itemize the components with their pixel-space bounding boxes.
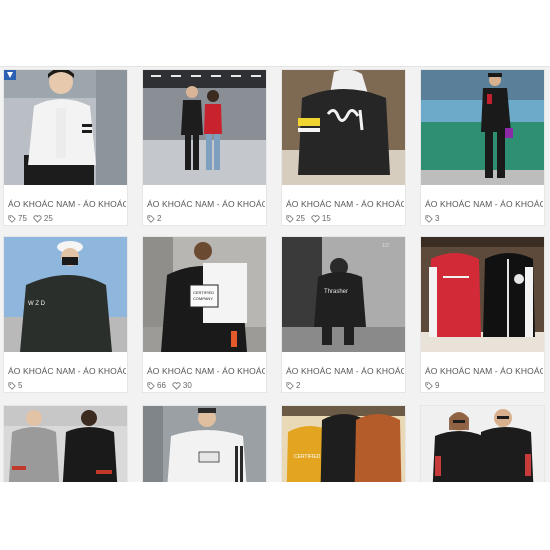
product-image[interactable] (421, 406, 544, 482)
product-stats: 2 (286, 381, 303, 390)
tag-count: 2 (157, 214, 162, 223)
svg-text:Thrasher: Thrasher (324, 289, 348, 295)
product-card[interactable] (3, 405, 128, 482)
tag-icon (147, 214, 155, 223)
product-stats: 75 25 (8, 214, 56, 223)
svg-text:W Z D: W Z D (28, 301, 46, 307)
tag-count: 3 (435, 214, 440, 223)
product-card[interactable]: Thrasher 1/2 ÁO KHOÁC NAM - ÁO KHOÁC NAM… (281, 236, 406, 393)
tag-icon (425, 214, 433, 223)
product-stats: 2 (147, 214, 164, 223)
tag-count: 75 (18, 214, 27, 223)
tag-icon (8, 214, 16, 223)
product-image[interactable]: CERTIFIED (282, 406, 405, 482)
product-image[interactable] (4, 406, 127, 482)
product-card[interactable]: W Z D ÁO KHOÁC NAM - ÁO KHOÁC NAM 5 (3, 236, 128, 393)
product-image[interactable] (143, 406, 266, 482)
product-image[interactable]: W Z D (4, 237, 127, 352)
product-image[interactable] (421, 237, 544, 352)
product-card[interactable]: ÁO KHOÁC NAM - ÁO KHOÁC NAM 25 15 (281, 69, 406, 226)
product-card[interactable]: ÁO KHOÁC NAM - ÁO KHOÁC NAM 9 (420, 236, 545, 393)
product-card[interactable]: ÁO KHOÁC NAM - ÁO KHOÁC NAM 2 (142, 69, 267, 226)
product-title[interactable]: ÁO KHOÁC NAM - ÁO KHOÁC NAM (8, 366, 126, 376)
product-card[interactable]: ÁO KHOÁC NAM - ÁO KHOÁC NAM 3 (420, 69, 545, 226)
tag-count: 5 (18, 381, 23, 390)
tag-icon (286, 381, 294, 390)
product-stats: 66 30 (147, 381, 195, 390)
product-image[interactable] (421, 70, 544, 185)
product-stats: 9 (425, 381, 442, 390)
heart-icon[interactable] (172, 381, 181, 390)
svg-text:COMPANY: COMPANY (193, 296, 213, 301)
tag-count: 2 (296, 381, 301, 390)
product-card[interactable]: ÁO KHOÁC NAM - ÁO KHOÁC NAM 75 25 (3, 69, 128, 226)
product-title[interactable]: ÁO KHOÁC NAM - ÁO KHOÁC NAM (8, 199, 126, 209)
product-card[interactable] (420, 405, 545, 482)
product-image[interactable] (143, 70, 266, 185)
tag-icon (425, 381, 433, 390)
product-stats: 3 (425, 214, 442, 223)
like-count: 30 (182, 381, 192, 390)
product-stats: 25 15 (286, 214, 334, 223)
product-image[interactable] (282, 70, 405, 185)
svg-text:CERTIFIED: CERTIFIED (193, 290, 214, 295)
like-count: 15 (321, 214, 331, 223)
svg-text:1/2: 1/2 (382, 243, 389, 249)
product-card[interactable]: CERTIFIED COMPANY ÁO KHOÁC NAM - ÁO KHOÁ… (142, 236, 267, 393)
product-stats: 5 (8, 381, 25, 390)
product-title[interactable]: ÁO KHOÁC NAM - ÁO KHOÁC NAM (425, 366, 543, 376)
tag-icon (286, 214, 294, 223)
product-card[interactable]: CERTIFIED (281, 405, 406, 482)
product-title[interactable]: ÁO KHOÁC NAM - ÁO KHOÁC NAM (286, 366, 404, 376)
heart-icon[interactable] (33, 214, 42, 223)
product-title[interactable]: ÁO KHOÁC NAM - ÁO KHOÁC NAM (286, 199, 404, 209)
heart-icon[interactable] (311, 214, 320, 223)
tag-icon (8, 381, 16, 390)
product-title[interactable]: ÁO KHOÁC NAM - ÁO KHOÁC NAM (147, 366, 265, 376)
tag-count: 66 (157, 381, 166, 390)
product-image[interactable]: CERTIFIED COMPANY (143, 237, 266, 352)
tag-count: 25 (296, 214, 305, 223)
tag-count: 9 (435, 381, 440, 390)
svg-text:CERTIFIED: CERTIFIED (294, 454, 321, 460)
tag-icon (147, 381, 155, 390)
product-title[interactable]: ÁO KHOÁC NAM - ÁO KHOÁC NAM (147, 199, 265, 209)
product-image[interactable]: Thrasher 1/2 (282, 237, 405, 352)
product-title[interactable]: ÁO KHOÁC NAM - ÁO KHOÁC NAM (425, 199, 543, 209)
product-image[interactable] (4, 70, 127, 185)
like-count: 25 (43, 214, 53, 223)
product-card[interactable] (142, 405, 267, 482)
product-grid[interactable]: ÁO KHOÁC NAM - ÁO KHOÁC NAM 75 25 Á (0, 67, 550, 482)
